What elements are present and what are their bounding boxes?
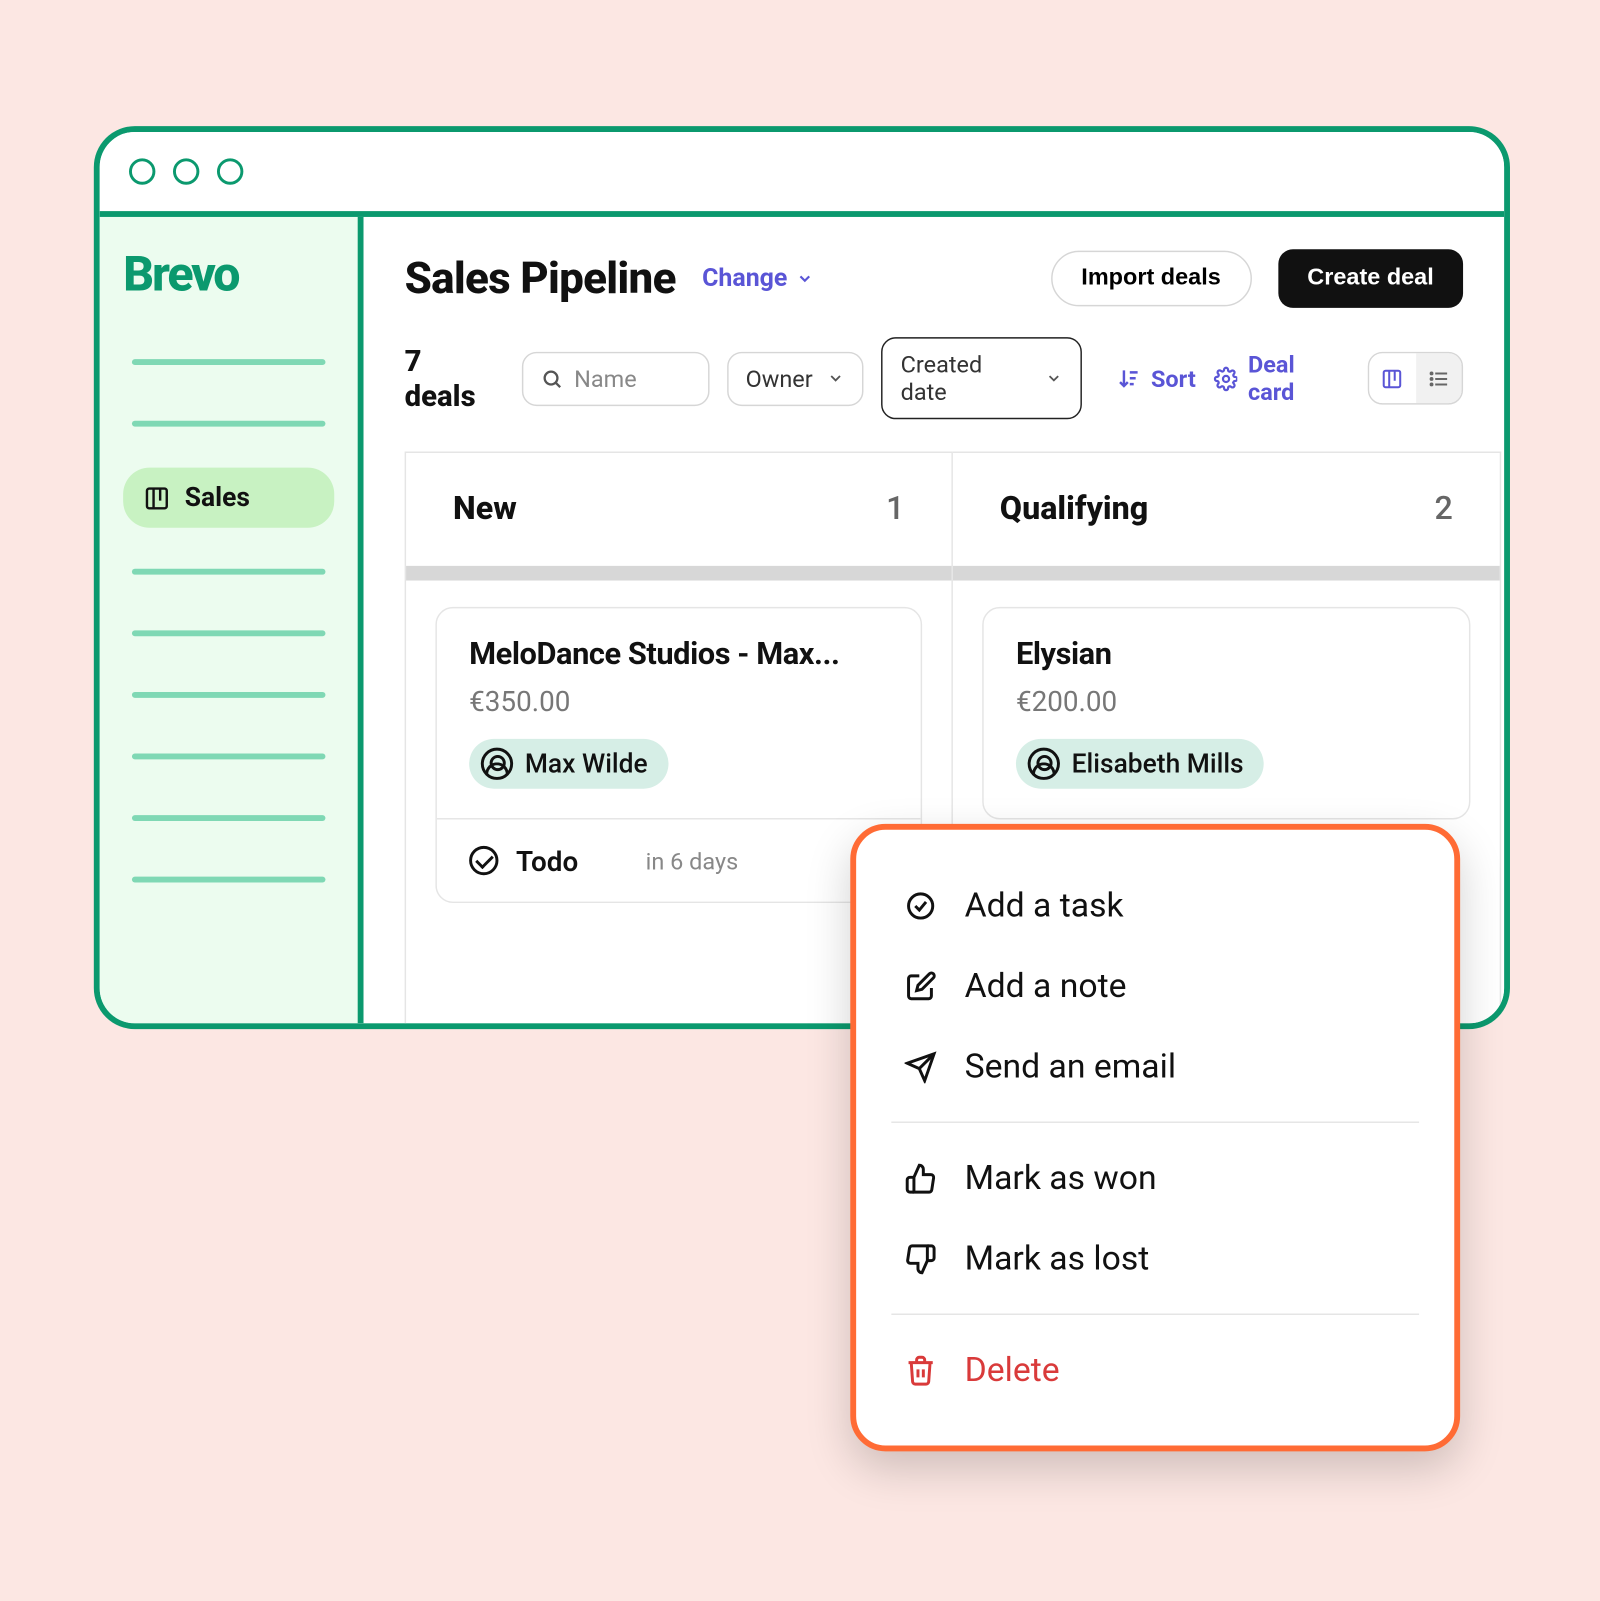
- import-deals-button[interactable]: Import deals: [1051, 251, 1252, 307]
- person-icon: [1028, 748, 1060, 780]
- window-close-icon[interactable]: [129, 158, 155, 184]
- gear-icon: [1213, 366, 1237, 391]
- deal-context-menu: Add a task Add a note Send an email Mark…: [850, 824, 1460, 1451]
- menu-add-task[interactable]: Add a task: [856, 865, 1454, 946]
- column-title: New: [453, 491, 517, 528]
- sort-label: Sort: [1151, 364, 1196, 392]
- menu-mark-won[interactable]: Mark as won: [856, 1138, 1454, 1219]
- title-bar: [100, 132, 1504, 217]
- owner-filter[interactable]: Owner: [727, 351, 864, 405]
- deal-card-settings-button[interactable]: Deal card: [1213, 350, 1344, 406]
- search-placeholder: Name: [574, 364, 637, 392]
- view-toggle: [1368, 352, 1463, 405]
- search-input[interactable]: Name: [521, 351, 709, 405]
- change-label: Change: [702, 264, 787, 293]
- deal-card[interactable]: MeloDance Studios - Max... €350.00 Max W…: [435, 607, 922, 903]
- menu-label: Delete: [965, 1350, 1060, 1390]
- menu-label: Mark as lost: [965, 1239, 1150, 1279]
- sort-button[interactable]: Sort: [1117, 364, 1195, 392]
- column-divider: [406, 566, 951, 581]
- deal-amount: €350.00: [469, 685, 888, 719]
- column-count: 2: [1434, 491, 1452, 528]
- note-icon: [903, 968, 938, 1003]
- create-deal-button[interactable]: Create deal: [1278, 249, 1463, 308]
- deal-title: MeloDance Studios - Max...: [469, 638, 888, 673]
- task-label: Todo: [516, 844, 578, 878]
- created-date-filter[interactable]: Created date: [882, 337, 1082, 419]
- sidebar: Brevo Sales: [100, 217, 364, 1023]
- trash-icon: [903, 1352, 938, 1387]
- owner-chip[interactable]: Elisabeth Mills: [1016, 739, 1264, 789]
- sidebar-item-sales[interactable]: Sales: [123, 468, 334, 528]
- owner-filter-label: Owner: [746, 364, 813, 392]
- created-date-label: Created date: [901, 350, 1032, 406]
- thumbs-up-icon: [903, 1160, 938, 1195]
- deal-card[interactable]: Elysian €200.00 Elisabeth Mills: [982, 607, 1470, 820]
- menu-separator: [891, 1314, 1419, 1315]
- column-divider: [953, 566, 1500, 581]
- brand-logo: Brevo: [123, 246, 334, 303]
- kanban-icon: [144, 485, 170, 511]
- column-title: Qualifying: [1000, 491, 1148, 528]
- menu-separator: [891, 1121, 1419, 1122]
- search-icon: [540, 367, 562, 389]
- view-list-button[interactable]: [1416, 353, 1462, 403]
- thumbs-down-icon: [903, 1241, 938, 1276]
- menu-delete[interactable]: Delete: [856, 1330, 1454, 1411]
- menu-label: Mark as won: [965, 1158, 1157, 1198]
- task-due: in 6 days: [646, 847, 738, 875]
- change-pipeline-link[interactable]: Change: [702, 264, 814, 293]
- deal-title: Elysian: [1016, 638, 1437, 673]
- check-circle-icon: [469, 846, 498, 875]
- nav-item-stub[interactable]: [132, 630, 326, 636]
- chevron-down-icon: [827, 369, 845, 387]
- column-count: 1: [886, 491, 904, 528]
- menu-mark-lost[interactable]: Mark as lost: [856, 1218, 1454, 1299]
- nav-item-stub[interactable]: [132, 877, 326, 883]
- page-title: Sales Pipeline: [405, 253, 676, 304]
- nav-item-stub[interactable]: [132, 815, 326, 821]
- owner-chip[interactable]: Max Wilde: [469, 739, 668, 789]
- nav-item-stub[interactable]: [132, 421, 326, 427]
- chevron-down-icon: [796, 270, 814, 288]
- nav-item-stub[interactable]: [132, 359, 326, 365]
- menu-send-email[interactable]: Send an email: [856, 1026, 1454, 1107]
- check-circle-icon: [903, 888, 938, 923]
- chevron-down-icon: [1046, 369, 1063, 387]
- window-maximize-icon[interactable]: [217, 158, 243, 184]
- deal-count: 7 deals: [405, 343, 498, 413]
- nav-item-stub[interactable]: [132, 692, 326, 698]
- owner-name: Max Wilde: [525, 748, 648, 779]
- menu-add-note[interactable]: Add a note: [856, 946, 1454, 1027]
- nav-item-stub[interactable]: [132, 754, 326, 760]
- menu-label: Add a note: [965, 966, 1127, 1006]
- owner-name: Elisabeth Mills: [1072, 748, 1244, 779]
- kanban-icon: [1382, 367, 1404, 389]
- person-icon: [481, 748, 513, 780]
- sort-icon: [1117, 367, 1140, 390]
- menu-label: Send an email: [965, 1047, 1176, 1087]
- send-icon: [903, 1049, 938, 1084]
- nav-item-stub[interactable]: [132, 569, 326, 575]
- deal-card-label: Deal card: [1248, 350, 1345, 406]
- view-kanban-button[interactable]: [1370, 353, 1416, 403]
- menu-label: Add a task: [965, 885, 1124, 925]
- list-icon: [1428, 367, 1450, 389]
- window-minimize-icon[interactable]: [173, 158, 199, 184]
- deal-amount: €200.00: [1016, 685, 1437, 719]
- sidebar-item-label: Sales: [185, 482, 250, 513]
